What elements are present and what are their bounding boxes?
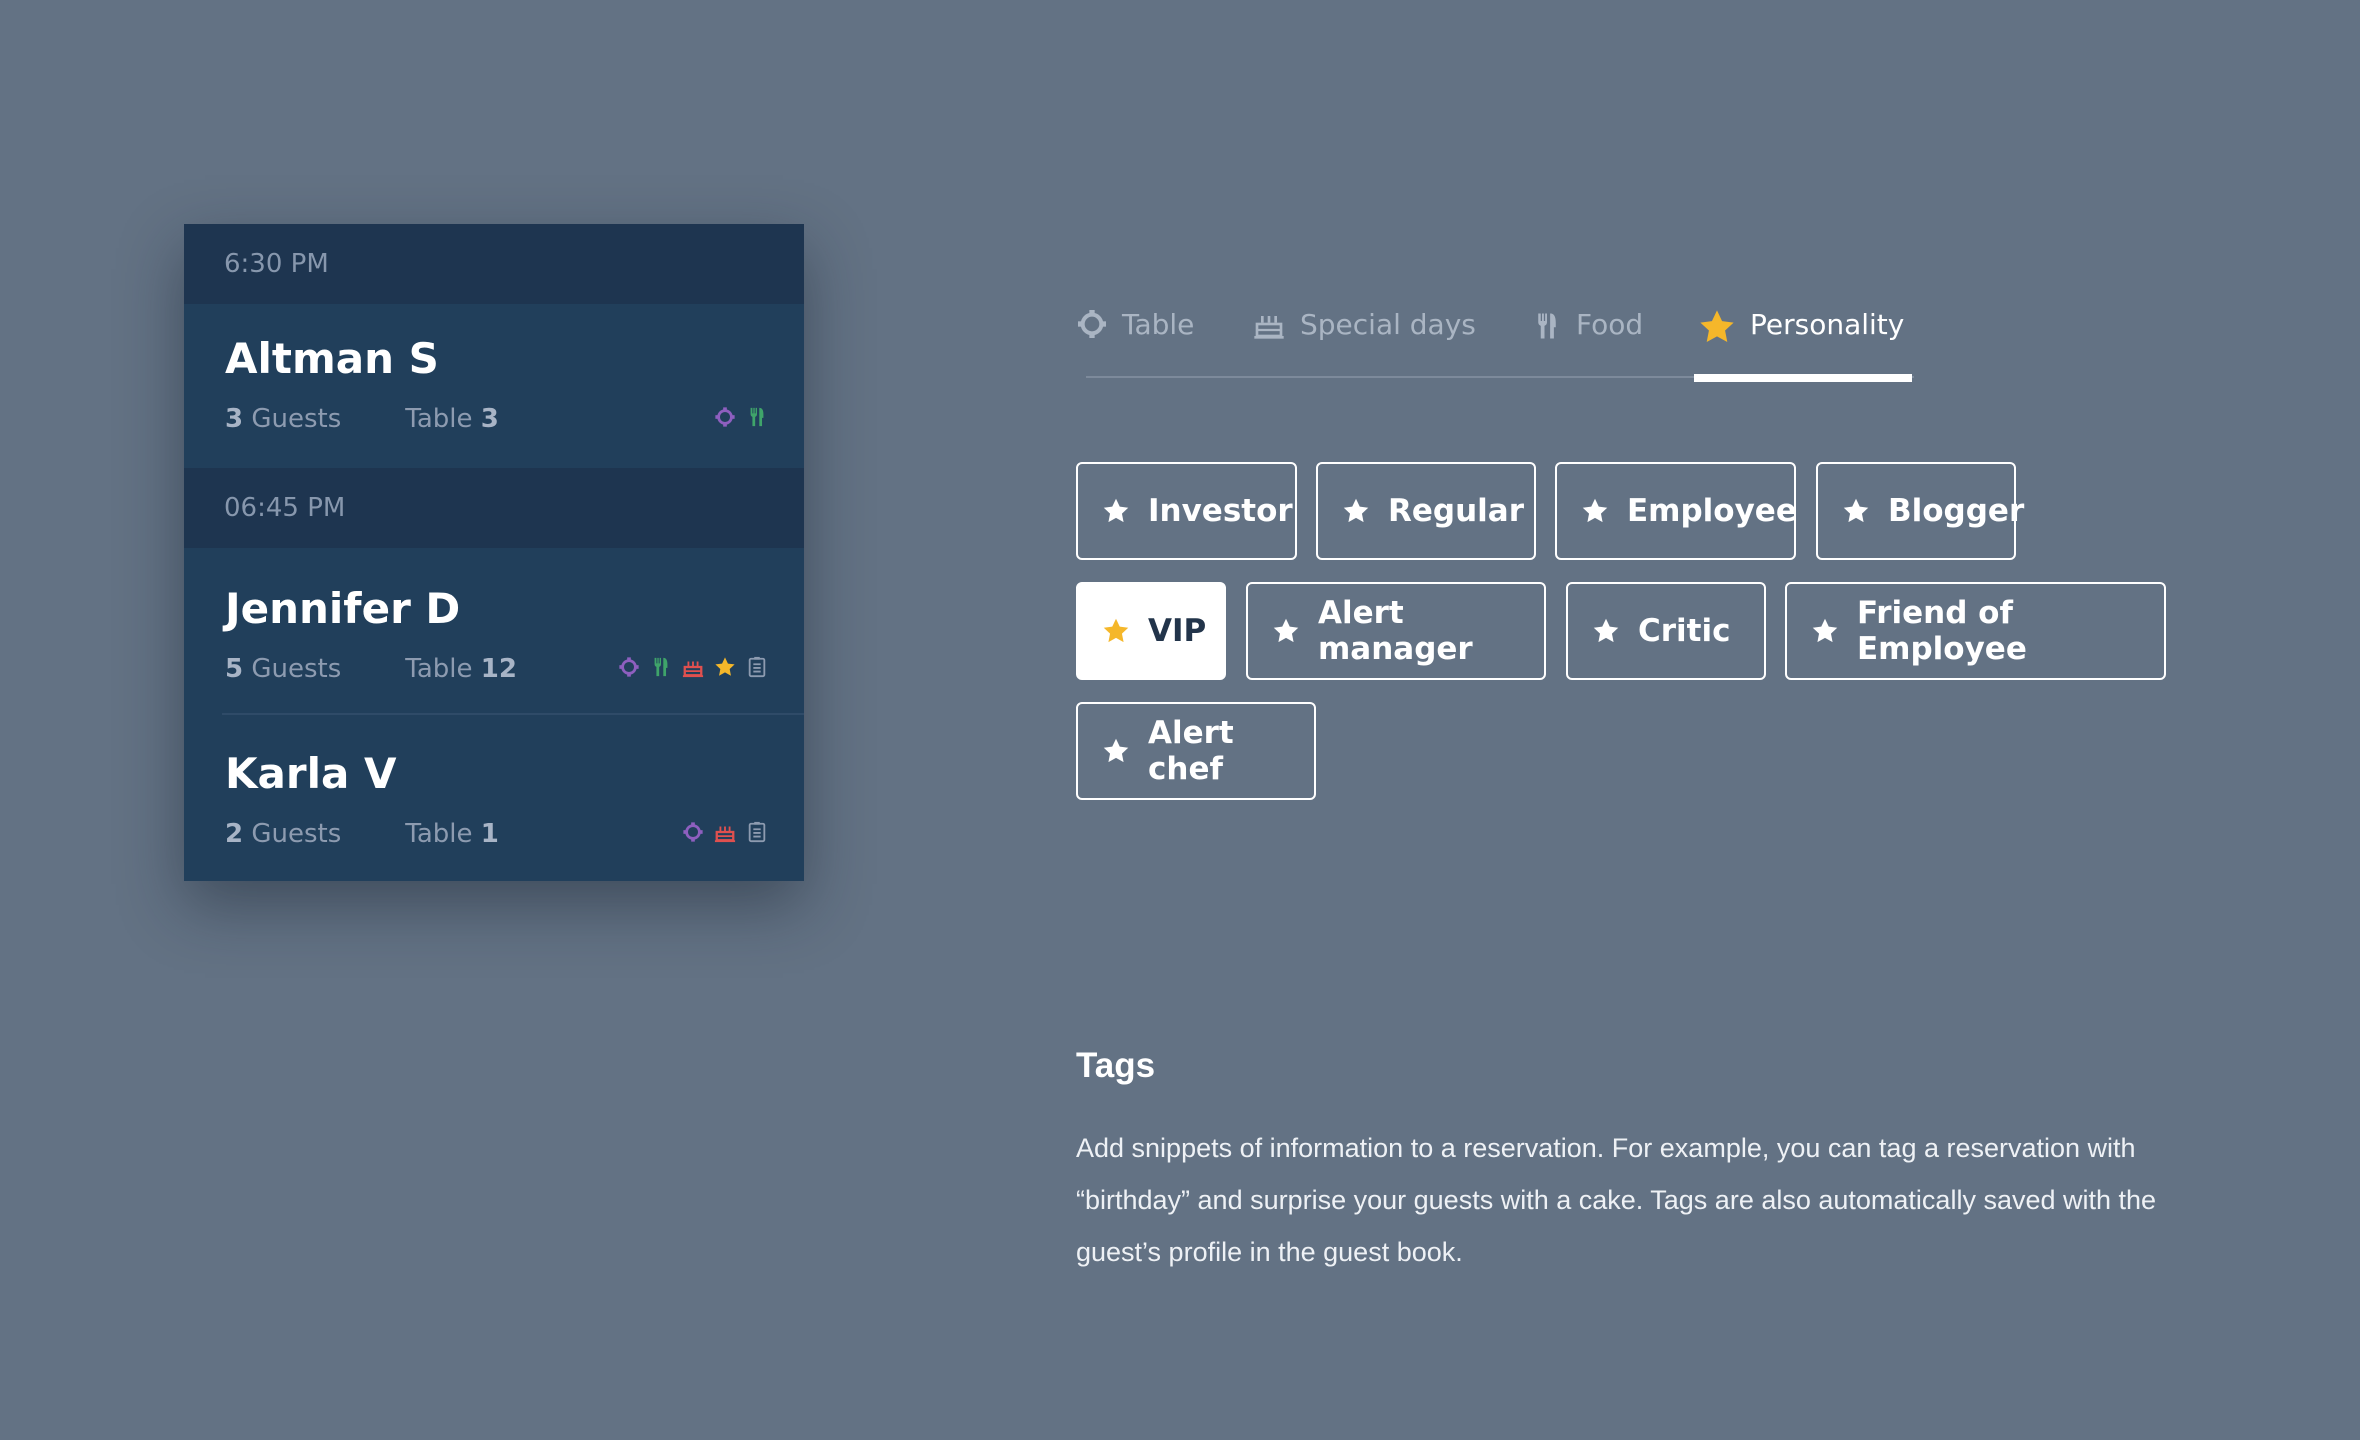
star-icon: [1103, 498, 1129, 523]
section-title: Tags: [1076, 1046, 1156, 1085]
star-icon: [715, 657, 735, 676]
tag-icons: [682, 821, 768, 843]
guest-name: Altman S: [225, 334, 439, 383]
star-icon: [1812, 618, 1838, 643]
guest-meta: 3 Guests Table 3: [225, 404, 499, 434]
note-icon: [748, 656, 766, 678]
tag-chip-label: Investor: [1148, 493, 1293, 529]
food-icon: [654, 657, 668, 677]
cake-icon: [682, 661, 704, 678]
note-icon: [748, 821, 766, 843]
star-icon: [1843, 498, 1869, 523]
tag-chip-regular[interactable]: Regular: [1316, 462, 1536, 560]
tag-chip-label: VIP: [1148, 613, 1207, 649]
tab-label: Food: [1576, 308, 1644, 341]
table-assignment: Table 3: [405, 404, 499, 434]
time-slot-header: 6:30 PM: [184, 224, 804, 304]
tag-chip-vip[interactable]: VIP: [1076, 582, 1226, 680]
guest-name: Jennifer D: [225, 584, 461, 633]
section-description: Add snippets of information to a reserva…: [1076, 1133, 2157, 1267]
food-icon: [750, 407, 764, 427]
guest-count: 3 Guests: [225, 404, 342, 434]
tab-label: Personality: [1750, 308, 1905, 341]
reservation-row-altman[interactable]: Altman S 3 Guests Table 3: [184, 304, 804, 468]
tag-chip-label: Employee: [1627, 493, 1797, 529]
time-slot-header: 06:45 PM: [184, 468, 804, 548]
tag-chip-critic[interactable]: Critic: [1566, 582, 1766, 680]
tag-chip-employee[interactable]: Employee: [1555, 462, 1797, 560]
star-icon: [1700, 310, 1734, 343]
reservation-row-jennifer[interactable]: Jennifer D 5 Guests Table 12: [184, 548, 804, 715]
tag-chip-alert-chef[interactable]: Alert chef: [1076, 702, 1316, 800]
tag-chip-blogger[interactable]: Blogger: [1816, 462, 2024, 560]
tab-special-days[interactable]: Special days: [1252, 300, 1476, 382]
table-icon: [683, 822, 703, 842]
tag-chip-label: Alert manager: [1318, 595, 1473, 667]
tag-icons: [714, 406, 768, 428]
tag-chip-label: Alert chef: [1148, 715, 1234, 787]
guest-meta: 5 Guests Table 12: [225, 654, 517, 684]
tag-chip-alert-manager[interactable]: Alert manager: [1246, 582, 1546, 680]
tag-chip-label: Friend of Employee: [1857, 595, 2027, 667]
reservation-row-karla[interactable]: Karla V 2 Guests Table 1: [184, 715, 804, 881]
table-icon: [619, 657, 639, 677]
reservation-list: 6:30 PM Altman S 3 Guests Table 3 06:45 …: [184, 224, 804, 881]
star-icon: [1582, 498, 1608, 523]
guest-count: 5 Guests: [225, 654, 342, 684]
tab-personality[interactable]: Personality: [1694, 300, 1912, 382]
tag-category-tabs: Table Special days Food Personality: [1076, 300, 1914, 382]
star-icon: [1103, 618, 1129, 643]
tab-label: Special days: [1300, 308, 1476, 341]
star-icon: [1343, 498, 1369, 523]
time-slot-label: 6:30 PM: [224, 249, 329, 279]
tag-icons: [618, 656, 768, 678]
tab-label: Table: [1122, 308, 1195, 341]
table-assignment: Table 12: [405, 654, 517, 684]
food-icon: [1538, 313, 1556, 339]
tab-food[interactable]: Food: [1532, 300, 1643, 382]
guest-name: Karla V: [225, 749, 397, 798]
table-assignment: Table 1: [405, 819, 499, 849]
guest-meta: 2 Guests Table 1: [225, 819, 499, 849]
star-icon: [1593, 618, 1619, 643]
star-icon: [1273, 618, 1299, 643]
table-icon: [1078, 310, 1106, 338]
tag-chip-investor[interactable]: Investor: [1076, 462, 1297, 560]
tag-chip-label: Critic: [1638, 613, 1731, 649]
star-icon: [1103, 738, 1129, 763]
guest-count: 2 Guests: [225, 819, 342, 849]
tag-chip-label: Blogger: [1888, 493, 2025, 529]
table-icon: [715, 407, 735, 427]
cake-icon: [714, 826, 736, 843]
cake-icon: [1254, 316, 1284, 339]
time-slot-label: 06:45 PM: [224, 493, 346, 523]
tag-chip-friend-of-employee[interactable]: Friend of Employee: [1785, 582, 2166, 680]
tag-chip-label: Regular: [1388, 493, 1524, 529]
tab-table[interactable]: Table: [1076, 300, 1194, 382]
